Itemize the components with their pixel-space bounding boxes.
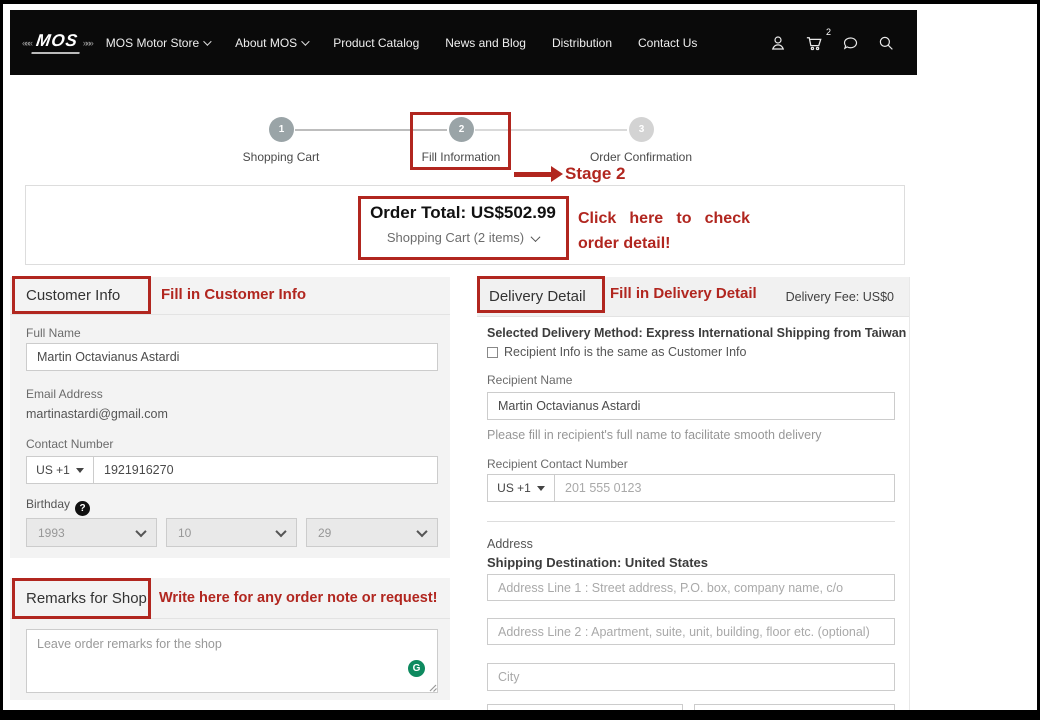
recipient-name-label: Recipient Name <box>487 373 573 387</box>
city-input[interactable] <box>487 663 895 691</box>
same-as-customer-label: Recipient Info is the same as Customer I… <box>504 345 747 359</box>
step-3-circle[interactable]: 3 <box>629 117 654 142</box>
chevron-down-icon <box>135 525 147 537</box>
state-input-cutoff[interactable] <box>487 704 683 710</box>
nav-item-contact-us[interactable]: Contact Us <box>638 36 697 50</box>
birthday-month-select[interactable]: 10 <box>166 518 297 547</box>
step-connector-2-3 <box>475 129 627 131</box>
chevron-down-icon <box>416 525 428 537</box>
address-label: Address <box>487 537 533 551</box>
store-logo[interactable]: ««« MOS »»» <box>10 31 106 54</box>
header-icons: 2 <box>769 27 917 52</box>
step-1-label: Shopping Cart <box>242 150 320 164</box>
account-icon[interactable] <box>769 34 787 52</box>
nav-item-mos-motor-store[interactable]: MOS Motor Store <box>106 36 212 50</box>
order-summary-box <box>25 185 905 265</box>
country-code-select[interactable]: US +1 <box>27 457 94 483</box>
nav-item-product-catalog[interactable]: Product Catalog <box>333 36 419 50</box>
birthday-year-select[interactable]: 1993 <box>26 518 157 547</box>
annotation-remarks-note: Write here for any order note or request… <box>159 590 438 606</box>
annotation-customer-note: Fill in Customer Info <box>161 286 306 303</box>
screenshot-frame: ««« MOS »»» MOS Motor Store About MOS Pr… <box>0 0 1040 720</box>
delivery-fee: Delivery Fee: US$0 <box>785 289 894 304</box>
logo-wing-right-icon: »»» <box>82 37 94 48</box>
same-as-customer-checkbox[interactable] <box>487 346 498 358</box>
annotation-arrow-head-icon <box>551 166 563 182</box>
birthday-day-select[interactable]: 29 <box>306 518 438 547</box>
remarks-textarea[interactable] <box>26 629 438 693</box>
recipient-name-hint: Please fill in recipient's full name to … <box>487 428 822 442</box>
same-as-customer-row: Recipient Info is the same as Customer I… <box>487 345 746 359</box>
shipping-destination: Shipping Destination: United States <box>487 555 709 570</box>
chevron-down-icon <box>530 232 541 243</box>
help-icon[interactable]: ? <box>75 501 91 516</box>
recipient-country-code-select[interactable]: US +1 <box>488 475 555 501</box>
logo-wing-left-icon: ««« <box>22 37 33 48</box>
step-1-circle[interactable]: 1 <box>269 117 294 142</box>
top-navbar: ««« MOS »»» MOS Motor Store About MOS Pr… <box>10 10 917 75</box>
cart-count-badge: 2 <box>825 27 831 37</box>
order-total: Order Total: US$502.99 <box>370 203 556 222</box>
step-2-circle[interactable]: 2 <box>449 117 474 142</box>
nav-item-distribution[interactable]: Distribution <box>552 36 612 50</box>
main-nav: MOS Motor Store About MOS Product Catalo… <box>106 36 698 50</box>
chevron-down-icon <box>275 525 287 537</box>
triangle-down-icon <box>75 467 84 473</box>
nav-item-about-mos[interactable]: About MOS <box>235 36 310 50</box>
annotation-order-note: Click here to check order detail! <box>578 210 750 252</box>
phone-input[interactable] <box>94 457 437 483</box>
chevron-down-icon <box>301 36 310 46</box>
step-2-label: Fill Information <box>421 150 501 164</box>
logo-text: MOS <box>31 31 83 54</box>
cart-items-toggle[interactable]: Shopping Cart (2 items) <box>358 230 568 245</box>
address-line2-input[interactable] <box>487 618 895 645</box>
step-connector-1-2 <box>295 129 447 131</box>
recipient-contact-label: Recipient Contact Number <box>487 457 628 471</box>
section-divider <box>487 521 895 522</box>
birthday-label: Birthday? <box>26 497 91 516</box>
recipient-name-input[interactable] <box>487 392 895 420</box>
selected-delivery-method: Selected Delivery Method: Express Intern… <box>487 326 907 340</box>
chat-icon[interactable] <box>841 34 860 52</box>
email-label: Email Address <box>26 387 103 401</box>
nav-item-news-and-blog[interactable]: News and Blog <box>445 36 526 50</box>
chevron-down-icon <box>203 36 212 46</box>
contact-number-field: US +1 <box>26 456 438 484</box>
full-name-input[interactable] <box>26 343 438 371</box>
annotation-delivery-note: Fill in Delivery Detail <box>610 285 757 302</box>
cart-icon[interactable]: 2 <box>804 27 831 52</box>
annotation-stage2-text: Stage 2 <box>565 164 626 183</box>
triangle-down-icon <box>536 485 545 491</box>
zip-input-cutoff[interactable] <box>694 704 895 710</box>
annotation-arrow-icon <box>514 172 552 177</box>
resize-handle-icon[interactable] <box>427 682 437 692</box>
checkout-page: ««« MOS »»» MOS Motor Store About MOS Pr… <box>3 4 1037 710</box>
email-value: martinastardi@gmail.com <box>26 407 168 421</box>
full-name-label: Full Name <box>26 326 81 340</box>
contact-number-label: Contact Number <box>26 437 114 451</box>
step-3-label: Order Confirmation <box>589 150 693 164</box>
recipient-contact-field: US +1 <box>487 474 895 502</box>
grammarly-icon[interactable]: G <box>408 660 425 677</box>
delivery-detail-title: Delivery Detail <box>489 288 586 305</box>
recipient-phone-input[interactable] <box>555 475 894 501</box>
search-icon[interactable] <box>877 34 895 52</box>
address-line1-input[interactable] <box>487 574 895 601</box>
